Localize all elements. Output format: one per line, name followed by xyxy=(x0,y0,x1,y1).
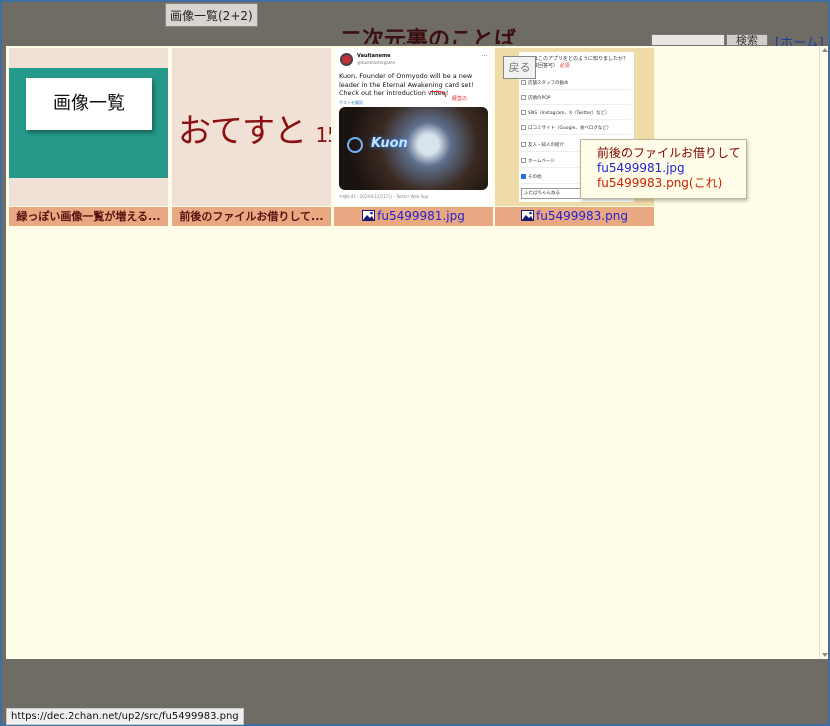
checkbox-icon xyxy=(521,95,526,100)
checkbox-icon xyxy=(521,142,526,147)
form-question-text: 本日はこのアプリをどのように知りましたか？（複数回答可） xyxy=(523,56,629,69)
thumb-card-text: 画像一覧 xyxy=(26,78,152,130)
emblem-icon xyxy=(347,137,363,153)
checkbox-checked-icon xyxy=(521,174,526,179)
scroll-down-arrow-icon[interactable] xyxy=(822,653,828,657)
checkbox-icon xyxy=(521,80,526,85)
avatar xyxy=(340,53,353,66)
thumbnail[interactable]: おてすと 154 xyxy=(172,48,331,206)
tooltip-line-file1: fu5499981.jpg xyxy=(597,161,685,175)
tooltip-line-file2: fu5499983.png(これ) xyxy=(597,176,723,190)
tweet-footer: 午後6:41 · 2024年12月17日 · Twitter Web App xyxy=(339,194,429,199)
vertical-scrollbar[interactable] xyxy=(819,46,828,659)
status-bar-url: https://dec.2chan.net/up2/src/fu5499983.… xyxy=(6,708,244,725)
form-option-label: 口コミサイト（Google、食べログなど） xyxy=(528,126,612,131)
image-file-icon xyxy=(521,210,535,221)
form-text-input: ふたばちゃんねる xyxy=(521,188,583,199)
tweet-image-title: Kuon xyxy=(371,136,408,151)
checkbox-icon xyxy=(521,158,526,163)
image-list-panel: 画像一覧 緑っぽい画像一覧が増える... おてすと 154 前後のファイルお借り… xyxy=(6,46,819,659)
page-header: 画像一覧(2+2) 二次元裏のことば 検索 [ホーム] xyxy=(2,2,828,46)
image-tile[interactable]: Vaultaneme @duelmastergame ··· Kuon, Fou… xyxy=(334,48,493,226)
form-option-label: ホームページ xyxy=(528,159,555,164)
handwritten-word: おてすと xyxy=(178,111,307,150)
tweet-image: Kuon xyxy=(339,107,488,190)
search-button[interactable]: 検索 xyxy=(726,34,768,46)
form-option: 口コミサイト（Google、食べログなど） xyxy=(521,123,631,135)
annotation-note: 経営の xyxy=(452,96,468,102)
form-question: 本日はこのアプリをどのように知りましたか？（複数回答可） 必須 xyxy=(523,56,631,70)
form-option-label: SNS（Instagram、X（Twitter）など） xyxy=(528,111,610,116)
checkbox-icon xyxy=(521,125,526,130)
form-option: SNS（Instagram、X（Twitter）など） xyxy=(521,108,631,120)
thumbnail[interactable]: 画像一覧 xyxy=(9,48,168,206)
form-option: 店頭のPOP xyxy=(521,93,631,105)
image-file-icon xyxy=(362,210,376,221)
file-name: fu5499983.png xyxy=(536,209,628,223)
image-list-tab[interactable]: 画像一覧(2+2) xyxy=(165,3,258,27)
annotation-arrow-icon xyxy=(430,91,446,97)
more-icon: ··· xyxy=(481,52,488,60)
form-option-label: 店頭のPOP xyxy=(528,96,551,101)
tweet-screenshot: Vaultaneme @duelmastergame ··· Kuon, Fou… xyxy=(334,48,493,206)
handwritten-text: おてすと 154 xyxy=(178,104,331,152)
tile-caption[interactable]: 前後のファイルお借りして... xyxy=(172,207,331,226)
tweet-text: Kuon, Founder of Onmyodo will be a new l… xyxy=(339,72,474,97)
form-option-label: 店舗スタッフの勧め xyxy=(528,81,569,86)
home-link[interactable]: [ホーム] xyxy=(775,32,824,46)
checkbox-icon xyxy=(521,110,526,115)
thumbnail[interactable]: Vaultaneme @duelmastergame ··· Kuon, Fou… xyxy=(334,48,493,206)
form-option-label: 友人・知人の紹介 xyxy=(528,143,564,148)
tooltip: 前後のファイルお借りして fu5499981.jpg fu5499983.png… xyxy=(580,139,747,199)
required-badge: 必須 xyxy=(559,63,570,69)
image-tile[interactable]: 本日はこのアプリをどのように知りましたか？（複数回答可） 必須 店舗スタッフの勧… xyxy=(495,48,654,226)
file-name: fu5499981.jpg xyxy=(377,209,465,223)
file-link[interactable]: fu5499981.jpg xyxy=(334,207,493,226)
handwritten-number: 154 xyxy=(315,123,332,147)
page-title: 二次元裏のことば xyxy=(340,28,517,44)
tweet-handle: @duelmastergame xyxy=(357,60,396,65)
image-tile[interactable]: 画像一覧 緑っぽい画像一覧が増える... xyxy=(9,48,168,226)
image-tile[interactable]: おてすと 154 前後のファイルお借りして... xyxy=(172,48,331,226)
scroll-up-arrow-icon[interactable] xyxy=(822,48,828,52)
form-option: 店舗スタッフの勧め xyxy=(521,78,631,90)
search-input[interactable] xyxy=(651,34,725,46)
form-option-label: その他 xyxy=(528,175,542,180)
translate-link: ポストを翻訳 xyxy=(339,100,363,105)
tooltip-line-comment: 前後のファイルお借りして xyxy=(597,146,741,160)
file-link[interactable]: fu5499983.png xyxy=(495,207,654,226)
back-button[interactable]: 戻る xyxy=(503,56,536,79)
tile-caption[interactable]: 緑っぽい画像一覧が増える... xyxy=(9,207,168,226)
tweet-author: Vaultaneme xyxy=(357,53,391,59)
